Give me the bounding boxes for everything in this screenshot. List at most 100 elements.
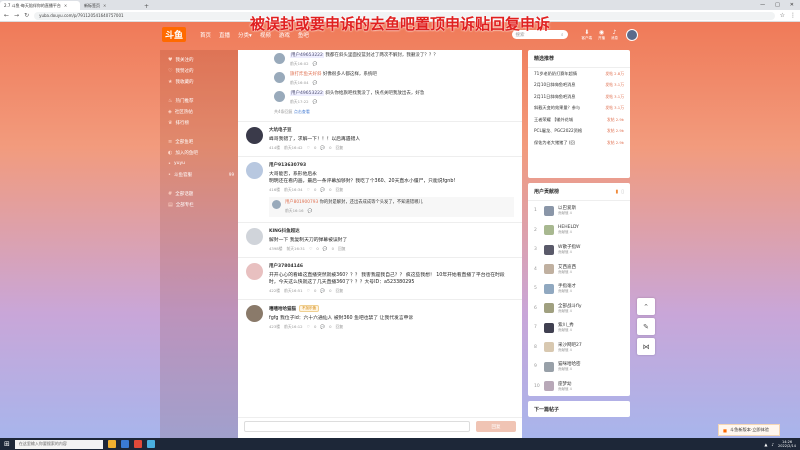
edit-icon[interactable]: ✎	[637, 318, 655, 335]
sidebar-item-yuyu[interactable]: • yuyu	[160, 158, 238, 169]
recommend-item[interactable]: PCL屠龙、PGC2022资格 发帖 2.9k	[528, 126, 630, 138]
like-icon[interactable]: ♡	[307, 288, 310, 294]
avatar[interactable]	[544, 205, 554, 216]
avatar[interactable]	[544, 361, 554, 372]
promo-banner[interactable]: ■ 斗鱼新版本·立即体验	[718, 424, 780, 436]
sidebar-item-douyu-official[interactable]: • 斗鱼官服 99	[160, 169, 238, 180]
reply-icon[interactable]: 💬	[308, 208, 313, 214]
avatar[interactable]	[544, 283, 554, 294]
comment-icon[interactable]: 💬	[320, 288, 325, 294]
sidebar-item-topics[interactable]: # 全部话题	[160, 188, 238, 199]
ranking-item[interactable]: 1 以巴爱斯 贡献值 4	[528, 201, 630, 221]
comment-icon[interactable]: 💬	[323, 246, 328, 252]
sidebar-item-columns[interactable]: ▤ 全部专栏	[160, 199, 238, 210]
avatar[interactable]	[246, 305, 263, 322]
share-icon[interactable]: ⋈	[637, 338, 655, 355]
avatar[interactable]	[544, 264, 554, 275]
new-tab-button[interactable]: +	[140, 3, 153, 10]
windows-start-icon[interactable]: ⊞	[4, 440, 10, 448]
edge-icon[interactable]	[120, 440, 129, 448]
ranking-item[interactable]: 7 紫川_秀 贡献值 4	[528, 318, 630, 338]
taskbar-search[interactable]: 在这里输入你要搜索的内容	[14, 439, 103, 449]
ranking-item[interactable]: 3 W散子指W 贡献值 4	[528, 240, 630, 260]
sidebar-item-community[interactable]: ◈ 社区热帖	[160, 106, 238, 117]
avatar[interactable]	[246, 263, 263, 280]
clock[interactable]: 14:26 2022/2/14	[778, 440, 796, 448]
reply-button[interactable]: 回复	[336, 288, 344, 294]
like-icon[interactable]: ♡	[307, 187, 310, 193]
browser-tab[interactable]: 新标签页 ✕	[80, 1, 140, 10]
reply-username[interactable]: 用户801900793	[285, 200, 318, 205]
reply-icon[interactable]: 💬	[313, 61, 318, 67]
next-post-panel[interactable]: 下一篇帖子	[528, 401, 630, 417]
avatar[interactable]	[246, 162, 263, 179]
reply-username[interactable]: 用户49653222	[290, 53, 324, 58]
recommend-item[interactable]: 2月10日斜嗨鱼吧消息 发帖 3.1万	[528, 80, 630, 92]
chart-icon[interactable]: ▮	[615, 189, 618, 195]
app-icon[interactable]	[133, 440, 142, 448]
submit-reply-button[interactable]: 回复	[476, 421, 516, 432]
sidebar-item-ranking[interactable]: ♛ 排行榜	[160, 117, 238, 128]
app-icon[interactable]	[146, 440, 155, 448]
comment-icon[interactable]: 💬	[320, 187, 325, 193]
avatar[interactable]	[274, 53, 285, 64]
avatar[interactable]	[246, 127, 263, 144]
reply-username[interactable]: 旗打炸鱼天好斜	[290, 72, 322, 77]
post-username[interactable]: 用户913630793	[269, 162, 306, 168]
reply-button[interactable]: 回复	[336, 145, 344, 151]
avatar[interactable]	[274, 72, 285, 83]
recommend-item[interactable]: 王者荣耀 【输外花城 发帖 2.9k	[528, 114, 630, 126]
close-tab-icon[interactable]: ✕	[103, 3, 106, 8]
sidebar-item-joined[interactable]: ◐ 加入的鱼吧	[160, 147, 238, 158]
sidebar-item-following[interactable]: ♥ 我关注的	[160, 54, 238, 65]
sidebar-item-all-yuba[interactable]: ≡ 全部鱼吧	[160, 136, 238, 147]
like-icon[interactable]: ♡	[309, 246, 312, 252]
recommend-item[interactable]: 2月11日斜嗨鱼吧消息 发帖 3.1万	[528, 91, 630, 103]
recommend-item[interactable]: 斜截天变的效果量？参与 发帖 3.1万	[528, 103, 630, 115]
window-close-button[interactable]: ✕	[790, 2, 794, 8]
ranking-item[interactable]: 10 座梦幼 贡献值 4	[528, 377, 630, 397]
ranking-item[interactable]: 8 采沙网吧27 贡献值 4	[528, 338, 630, 358]
avatar[interactable]	[246, 228, 263, 245]
post-username[interactable]: 用户37804146	[269, 263, 303, 269]
recommend-item[interactable]: 71岁老奶奶打赛年超情 发帖 2.8万	[528, 68, 630, 80]
reply-button[interactable]: 回复	[338, 246, 346, 252]
close-tab-icon[interactable]: ✕	[64, 3, 67, 8]
reply-username[interactable]: 用户49653222	[290, 91, 324, 96]
browser-tab-active[interactable]: 2.7 斗鱼·每天陪伴你的直播平台 ✕	[0, 1, 80, 10]
post-username[interactable]: KING抖鱼超达	[269, 228, 300, 234]
avatar[interactable]	[544, 303, 554, 314]
network-icon[interactable]: ▲	[764, 442, 767, 447]
post-username[interactable]: 大坑电子豆	[269, 127, 292, 133]
avatar[interactable]	[544, 342, 554, 353]
list-icon[interactable]: ▯	[621, 189, 624, 195]
avatar[interactable]	[544, 381, 554, 392]
reply-button[interactable]: 回复	[336, 324, 344, 330]
avatar[interactable]	[544, 225, 554, 236]
arrow-up-icon[interactable]: ⌃	[637, 298, 655, 315]
like-icon[interactable]: ♡	[307, 324, 310, 330]
sidebar-item-liked[interactable]: ♡ 我赞过的	[160, 65, 238, 76]
view-replies-link[interactable]: 点击查看	[294, 109, 310, 114]
minimize-button[interactable]: —	[760, 2, 765, 8]
sidebar-item-favorites[interactable]: ★ 我收藏的	[160, 76, 238, 87]
volume-icon[interactable]: ♪	[771, 442, 774, 447]
post-username[interactable]: 嘻嘻哈哈猫猫	[269, 306, 296, 312]
avatar[interactable]	[544, 244, 554, 255]
reply-input[interactable]	[244, 421, 470, 432]
avatar[interactable]	[544, 322, 554, 333]
like-icon[interactable]: ♡	[307, 145, 310, 151]
ranking-item[interactable]: 2 HEHELDY 贡献值 4	[528, 221, 630, 241]
comment-icon[interactable]: 💬	[320, 145, 325, 151]
avatar[interactable]	[272, 200, 281, 209]
reply-icon[interactable]: 💬	[313, 80, 318, 86]
maximize-button[interactable]: □	[775, 2, 780, 8]
avatar[interactable]	[274, 91, 285, 102]
reply-icon[interactable]: 💬	[313, 99, 318, 105]
ranking-item[interactable]: 9 猫咪哈哈密 贡献值 4	[528, 357, 630, 377]
ranking-item[interactable]: 4 艾西迪西 贡献值 4	[528, 260, 630, 280]
file-explorer-icon[interactable]	[107, 440, 116, 448]
reply-button[interactable]: 回复	[336, 187, 344, 193]
comment-icon[interactable]: 💬	[320, 324, 325, 330]
recommend-item[interactable]: 保佑为老大猪猪了 (回 发帖 2.9k	[528, 137, 630, 149]
